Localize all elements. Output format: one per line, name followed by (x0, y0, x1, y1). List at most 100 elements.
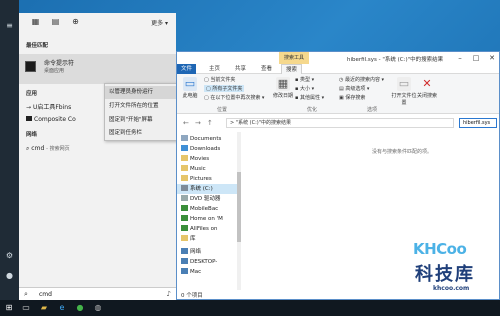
nav-item-pictures[interactable]: Pictures (181, 174, 212, 184)
gear-icon[interactable]: ⚙ (4, 250, 15, 261)
menu-open-file-location[interactable]: 打开文件所在的位置 (105, 100, 176, 113)
search-ribbon: ▭ 此电脑 ▢ 当前文件夹 ▢ 所有子文件夹 ▢ 在以下位置中再次搜索 ▾ 位置 … (177, 74, 499, 114)
nav-item-network[interactable]: 网络 (181, 247, 201, 257)
group-label-refine: 优化 (307, 107, 318, 113)
all-subfolders-button[interactable]: ▢ 所有子文件夹 (204, 85, 245, 92)
watermark-url: khcoo.com (433, 285, 470, 292)
microphone-icon[interactable]: ♪ (167, 290, 171, 298)
watermark: KHCoo 科技库 khcoo.com (405, 240, 500, 316)
size-button[interactable]: ▪ 大小 ▾ (295, 85, 314, 92)
nav-item-home[interactable]: Home on 'M (181, 214, 223, 224)
filter-row: ▦ ▤ ⊕ 更多 ▾ (19, 13, 176, 31)
section-web: 网络 (26, 132, 38, 138)
menu-pin-to-taskbar[interactable]: 固定到任务栏 (105, 127, 176, 140)
app-taskbar-icon[interactable]: ● (74, 302, 86, 314)
nav-item-movies[interactable]: Movies (181, 154, 209, 164)
more-filters-button[interactable]: 更多 ▾ (151, 18, 168, 27)
title-bar: 搜索工具 hiberfil.sys - "系统 (C:)"中的搜索结果 – □ … (177, 52, 499, 64)
this-pc-button[interactable]: ▭ 此电脑 (180, 77, 200, 99)
nav-item-desktop-pc[interactable]: DESKTOP- (181, 257, 217, 267)
close-icon[interactable]: ✕ (485, 53, 499, 63)
arrow-icon: → (26, 104, 32, 111)
nav-item-downloads[interactable]: Downloads (181, 144, 220, 154)
recent-searches-button[interactable]: ◷ 最近的搜索内容 ▾ (339, 76, 384, 83)
download-icon (181, 145, 188, 151)
nav-item-libraries[interactable]: 库 (181, 234, 196, 244)
menu-run-as-admin[interactable]: 以管理员身份运行 (105, 86, 176, 99)
search-query: cmd (39, 291, 52, 298)
taskbar-search-box[interactable]: ⌕ cmd ♪ (19, 287, 176, 300)
web-result-1[interactable]: ⌕ cmd - 搜索网页 (26, 145, 70, 153)
kind-button[interactable]: ▪ 类型 ▾ (295, 76, 314, 83)
task-view-icon[interactable]: ▭ (20, 302, 32, 314)
best-match-title: 命令提示符 (44, 60, 75, 67)
nav-scrollbar[interactable] (237, 132, 241, 290)
nav-item-dvd[interactable]: DVD 驱动器 (181, 194, 220, 204)
tab-file[interactable]: 文件 (177, 64, 197, 74)
tab-view[interactable]: 查看 (257, 64, 276, 74)
scrollbar-thumb[interactable] (237, 172, 241, 242)
app2-taskbar-icon[interactable]: ◍ (92, 302, 104, 314)
tab-search[interactable]: 搜索 (281, 64, 303, 74)
address-bar[interactable]: > "系统 (C:)"中的搜索结果 (226, 118, 454, 128)
dvd-icon (181, 195, 188, 201)
documents-filter-icon[interactable]: ▤ (51, 17, 60, 26)
app-icon (26, 116, 32, 121)
other-properties-button[interactable]: ▪ 其他属性 ▾ (295, 94, 324, 101)
nav-item-music[interactable]: Music (181, 164, 206, 174)
location-group: ▢ 当前文件夹 ▢ 所有子文件夹 ▢ 在以下位置中再次搜索 ▾ (204, 76, 274, 106)
forward-icon[interactable]: → (195, 119, 201, 127)
user-icon[interactable]: ● (4, 270, 15, 281)
modified-date-button[interactable]: ▦ 修改日期 (273, 77, 293, 99)
group-label-location: 位置 (217, 107, 228, 113)
search-box[interactable]: hiberfil.sys (459, 118, 497, 128)
up-icon[interactable]: ↑ (207, 119, 213, 127)
network-icon (181, 248, 188, 254)
app-result-2[interactable]: Composite Co (26, 116, 76, 123)
nav-item-allfiles[interactable]: AllFiles on (181, 224, 218, 234)
nav-item-system-c[interactable]: 系统 (C:) (177, 184, 237, 194)
current-folder-button[interactable]: ▢ 当前文件夹 (204, 76, 235, 83)
apps-filter-icon[interactable]: ▦ (31, 17, 40, 26)
explorer-taskbar-icon[interactable]: ▰ (38, 302, 50, 314)
open-file-location-button[interactable]: ▭ 打开文件位置 (391, 77, 417, 106)
nav-item-documents[interactable]: Documents (181, 134, 221, 144)
computer-icon: ▭ (183, 77, 197, 91)
refine-group: ▪ 类型 ▾ ▪ 大小 ▾ ▪ 其他属性 ▾ (295, 76, 335, 106)
close-search-icon: ✕ (422, 77, 432, 90)
edge-taskbar-icon[interactable]: e (56, 302, 68, 314)
maximize-icon[interactable]: □ (469, 53, 483, 63)
empty-results-message: 没有与搜索条件匹配的项。 (372, 149, 433, 155)
app-result-1[interactable]: → U启工具Fbins (26, 102, 71, 111)
library-icon (181, 235, 188, 241)
search-icon: ⌕ (24, 290, 28, 298)
best-match-result[interactable]: 命令提示符 桌面应用 (19, 54, 176, 84)
hamburger-icon[interactable]: ≡ (4, 20, 15, 31)
windows-start-icon[interactable]: ⊞ (3, 302, 15, 314)
status-bar-count: 0 个项目 (181, 293, 203, 299)
calendar-icon: ▦ (276, 77, 290, 91)
save-search-button[interactable]: ▣ 保存搜索 (339, 94, 365, 101)
nav-item-mac[interactable]: Mac (181, 267, 201, 277)
back-icon[interactable]: ← (183, 119, 189, 127)
menu-pin-to-start[interactable]: 固定到"开始"屏幕 (105, 114, 176, 127)
address-row: ← → ↑ > "系统 (C:)"中的搜索结果 hiberfil.sys (177, 116, 499, 130)
watermark-cn: 科技库 (415, 264, 475, 285)
ribbon-tabs: 文件 主页 共享 查看 搜索 (177, 64, 499, 74)
best-match-subtitle: 桌面应用 (44, 68, 65, 74)
navigation-pane: Documents Downloads Movies Music Picture… (177, 132, 241, 290)
close-search-button[interactable]: ✕ 关闭搜索 (417, 77, 437, 99)
minimize-icon[interactable]: – (453, 53, 467, 63)
search-again-button[interactable]: ▢ 在以下位置中再次搜索 ▾ (204, 94, 264, 101)
network-drive-icon (181, 205, 188, 211)
cmd-icon (25, 61, 36, 72)
web-filter-icon[interactable]: ⊕ (71, 17, 80, 26)
tab-share[interactable]: 共享 (231, 64, 250, 74)
nav-item-mobilebackup[interactable]: MobileBac (181, 204, 218, 214)
advanced-options-button[interactable]: ▤ 高级选项 ▾ (339, 85, 369, 92)
tab-home[interactable]: 主页 (205, 64, 224, 74)
group-label-options: 选项 (367, 107, 378, 113)
start-rail: ≡ ⚙ ● (0, 0, 19, 300)
search-results-panel: ▦ ▤ ⊕ 更多 ▾ 最佳匹配 命令提示符 桌面应用 应用 → U启工具Fbin… (19, 13, 177, 300)
search-tools-context-tab[interactable]: 搜索工具 (279, 52, 309, 64)
